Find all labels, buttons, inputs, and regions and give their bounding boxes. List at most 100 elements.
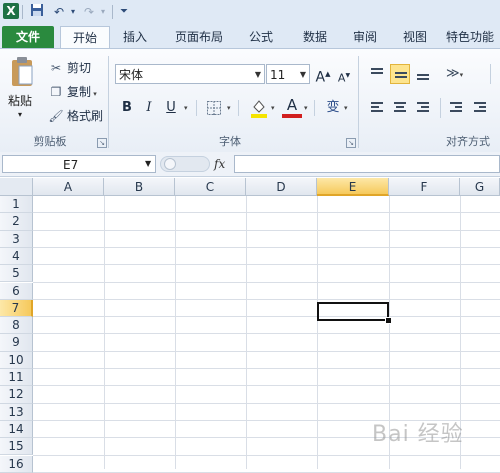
excel-app-icon[interactable]: X [3, 3, 19, 19]
font-launcher-icon[interactable]: ↘ [346, 138, 356, 148]
active-cell-e7[interactable] [317, 302, 389, 321]
row-header-4[interactable]: 4 [0, 247, 33, 266]
row-header-11[interactable]: 11 [0, 369, 33, 387]
row-header-15[interactable]: 15 [0, 438, 33, 456]
icon-line [396, 106, 404, 108]
paste-icon[interactable] [10, 56, 34, 88]
align-center-button[interactable] [390, 98, 410, 118]
tab-formulas[interactable]: 公式 [238, 26, 284, 48]
decrease-indent-button[interactable] [446, 98, 466, 118]
icon-line [417, 78, 429, 80]
row-header-12[interactable]: 12 [0, 386, 33, 404]
select-all-corner[interactable] [0, 178, 33, 196]
row-header-3[interactable]: 3 [0, 230, 33, 248]
save-icon[interactable] [28, 3, 46, 21]
align-middle-button[interactable] [390, 64, 410, 84]
phonetic-dropdown-icon[interactable]: ▾ [344, 104, 348, 112]
borders-icon[interactable] [206, 100, 222, 119]
align-bottom-button[interactable] [413, 64, 433, 84]
tab-data[interactable]: 数据 [292, 26, 338, 48]
align-top-icon [371, 68, 383, 70]
font-size-combo[interactable]: 11 ▼ [266, 64, 310, 84]
tab-page-layout[interactable]: 页面布局 [164, 26, 234, 48]
bold-button[interactable]: B [118, 98, 136, 118]
italic-button[interactable]: I [140, 98, 158, 118]
redo-dropdown-icon[interactable]: ▾ [94, 3, 112, 21]
gridline-horizontal [33, 333, 500, 334]
column-header-g[interactable]: G [460, 178, 500, 196]
column-header-d[interactable]: D [246, 178, 317, 196]
tab-review[interactable]: 审阅 [342, 26, 388, 48]
borders-dropdown-icon[interactable]: ▾ [227, 104, 231, 112]
chevron-down-icon[interactable]: ▼ [255, 65, 261, 85]
clipboard-launcher-icon[interactable]: ↘ [97, 138, 107, 148]
row-header-5[interactable]: 5 [0, 265, 33, 283]
row-header-9[interactable]: 9 [0, 334, 33, 352]
decrease-indent-icon [450, 102, 462, 104]
format-painter-label: 格式刷 [67, 109, 104, 123]
row-header-16[interactable]: 16 [0, 455, 33, 473]
customize-qat-icon[interactable]: ⏷ [115, 3, 133, 21]
font-name-combo[interactable]: 宋体 ▼ [115, 64, 265, 84]
copy-button[interactable]: ❐ 复制 ▾ [48, 82, 97, 102]
paste-dropdown-icon[interactable]: ▾ [18, 110, 22, 119]
row-header-10[interactable]: 10 [0, 351, 33, 369]
fill-color-icon[interactable] [250, 98, 268, 121]
tab-insert[interactable]: 插入 [112, 26, 158, 48]
column-header-b[interactable]: B [104, 178, 175, 196]
name-box[interactable]: E7 [2, 155, 156, 173]
row-header-2[interactable]: 2 [0, 213, 33, 231]
cut-button[interactable]: ✂ 剪切 [48, 58, 91, 78]
align-left-button[interactable] [367, 98, 387, 118]
chevron-down-icon[interactable]: ▼ [300, 65, 306, 85]
insert-function-icon[interactable]: fx [214, 155, 225, 173]
column-header-c[interactable]: C [175, 178, 246, 196]
row-header-8[interactable]: 8 [0, 317, 33, 335]
gridline-horizontal [33, 316, 500, 317]
row-header-7[interactable]: 7 [0, 299, 33, 318]
phonetic-guide-button[interactable]: 变 [324, 98, 342, 118]
tab-special-features[interactable]: 特色功能 [446, 26, 500, 48]
align-center-icon [394, 102, 406, 104]
name-box-dropdown-icon[interactable]: ▼ [145, 155, 151, 173]
increase-indent-button[interactable] [470, 98, 490, 118]
tab-home[interactable]: 开始 [60, 26, 110, 49]
icon-line [371, 106, 379, 108]
orientation-icon[interactable]: ≫▾ [446, 64, 463, 85]
column-header-e[interactable]: E [317, 178, 389, 196]
alignment-group-label: 对齐方式 [446, 135, 490, 148]
row-header-14[interactable]: 14 [0, 420, 33, 439]
tab-file[interactable]: 文件 [2, 26, 54, 48]
format-painter-button[interactable]: 🖌 格式刷 [48, 106, 103, 126]
fill-color-dropdown-icon[interactable]: ▾ [271, 104, 275, 112]
gridline-horizontal [33, 299, 500, 300]
font-color-button[interactable]: A [282, 96, 302, 118]
icon-line [421, 106, 429, 108]
column-header-a[interactable]: A [33, 178, 104, 196]
shrink-font-button[interactable]: A▼ [336, 66, 352, 86]
align-right-icon [417, 102, 429, 104]
grow-font-icon: A [315, 69, 326, 86]
underline-dropdown-icon[interactable]: ▾ [184, 104, 188, 112]
formula-bar-splitter[interactable] [160, 156, 210, 172]
font-size-value: 11 [270, 68, 286, 82]
fill-handle[interactable] [385, 317, 392, 324]
icon-line [371, 72, 383, 74]
align-top-button[interactable] [367, 64, 387, 84]
icon-line [479, 106, 486, 108]
copy-dropdown-icon[interactable]: ▾ [91, 90, 97, 98]
tab-view[interactable]: 视图 [392, 26, 438, 48]
row-header-6[interactable]: 6 [0, 282, 33, 300]
align-left-icon [371, 102, 383, 104]
row-header-1[interactable]: 1 [0, 196, 33, 214]
column-header-f[interactable]: F [389, 178, 460, 196]
underline-button[interactable]: U [162, 98, 180, 118]
font-color-dropdown-icon[interactable]: ▾ [304, 104, 308, 112]
paste-button[interactable]: 粘贴 [8, 92, 32, 109]
formula-input[interactable] [234, 155, 500, 173]
grow-font-button[interactable]: A▲ [314, 64, 332, 86]
gridline-horizontal [33, 212, 500, 213]
divider [490, 64, 491, 84]
align-right-button[interactable] [413, 98, 433, 118]
row-header-13[interactable]: 13 [0, 403, 33, 421]
